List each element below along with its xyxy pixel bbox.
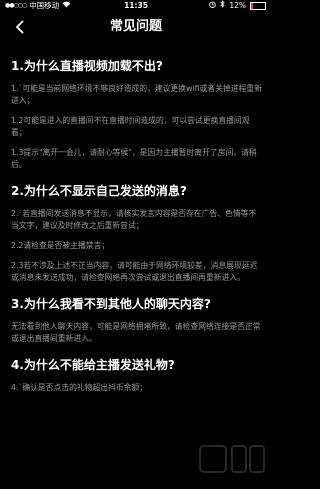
alarm-icon <box>209 0 217 12</box>
faq-section-2: 2.为什么不显示自己发送的消息? 2.`若直播间发送消息不显示，请核实发言内容是… <box>11 183 263 284</box>
faq-section-4: 4.为什么不能给主播发送礼物? 4.`确认是否点击的礼物超出抖币余额； <box>11 357 263 394</box>
faq-question: 2.为什么不显示自己发送的消息? <box>11 184 187 198</box>
status-bar: ●●○○○ 中国移动 11:35 12% <box>0 0 272 12</box>
faq-question: 4.为什么不能给主播发送礼物? <box>11 358 175 372</box>
battery-percent: 12% <box>229 1 246 10</box>
battery-icon <box>250 2 266 10</box>
bluetooth-icon <box>220 0 225 12</box>
faq-section-3: 3.为什么我看不到其他人的聊天内容? 无法看到他人聊天内容，可能是网络拥堵所致，… <box>11 296 263 345</box>
faq-question: 3.为什么我看不到其他人的聊天内容? <box>11 297 211 311</box>
faq-answer: 2.2请检查是否被主播禁言； <box>11 241 110 250</box>
faq-answer: 2.3若不涉及上述不正当内容，请可能由于网络环境较差，消息展现延迟或消息未发送成… <box>11 261 258 282</box>
faq-answer: 2.`若直播间发送消息不显示，请核实发言内容是否存在广告、色情等不当文字，建议及… <box>11 209 257 230</box>
faq-answer: 1.`可能是当前网络环境不够良好造成的，建议更换wifi或者关掉进程重新进入； <box>11 84 262 105</box>
watermark-logo <box>198 440 268 476</box>
faq-answer: 无法看到他人聊天内容，可能是网络拥堵所致，请检查网络连接是否正常或退出直播间重新… <box>11 322 261 343</box>
faq-answer: 1.3提示"离开一会儿，请耐心等候"，是因为主播暂时离开了房间，请稍后。 <box>11 148 257 169</box>
nav-bar: 常见问题 <box>0 12 272 42</box>
faq-section-1: 1.为什么直播视频加载不出? 1.`可能是当前网络环境不够良好造成的，建议更换w… <box>11 58 263 171</box>
faq-answer: 4.`确认是否点击的礼物超出抖币余额； <box>11 383 148 392</box>
faq-list: 1.为什么直播视频加载不出? 1.`可能是当前网络环境不够良好造成的，建议更换w… <box>11 58 263 406</box>
status-right-group: 12% <box>209 0 266 12</box>
page-title: 常见问题 <box>109 19 162 34</box>
faq-answer: 1.2可能是进入的直播间不在直播时间造成的，可以尝试更换直播间观看； <box>11 116 250 137</box>
faq-question: 1.为什么直播视频加载不出? <box>11 59 163 73</box>
